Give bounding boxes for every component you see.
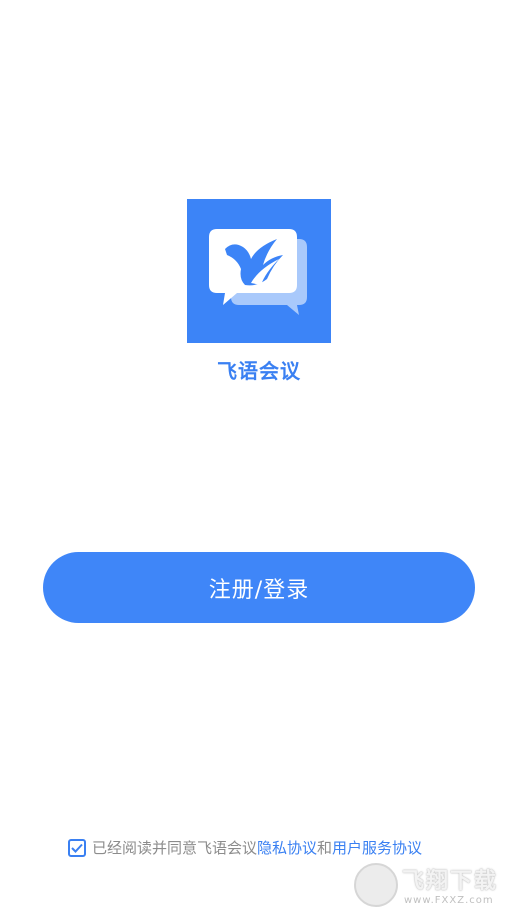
watermark-url: www.FXXZ.com [404,895,494,906]
app-name: 飞语会议 [217,359,301,383]
agreement-checkbox[interactable] [68,839,86,857]
agreement-connector: 和 [317,839,333,857]
app-logo [187,199,331,343]
watermark: 飞翔下载 www.FXXZ.com [350,857,510,917]
privacy-policy-link[interactable]: 隐私协议 [257,835,317,861]
check-icon [71,843,83,853]
app-screen: 飞语会议 注册/登录 已经阅读并同意飞语会议 隐私协议 和 用户服务协议 飞翔下… [0,0,518,922]
watermark-title: 飞翔下载 [402,869,499,894]
bird-chat-bubble-icon [209,229,307,315]
register-login-button[interactable]: 注册/登录 [43,552,475,623]
agreement-text: 已经阅读并同意飞语会议 [92,839,258,857]
watermark-logo-icon [354,863,398,907]
